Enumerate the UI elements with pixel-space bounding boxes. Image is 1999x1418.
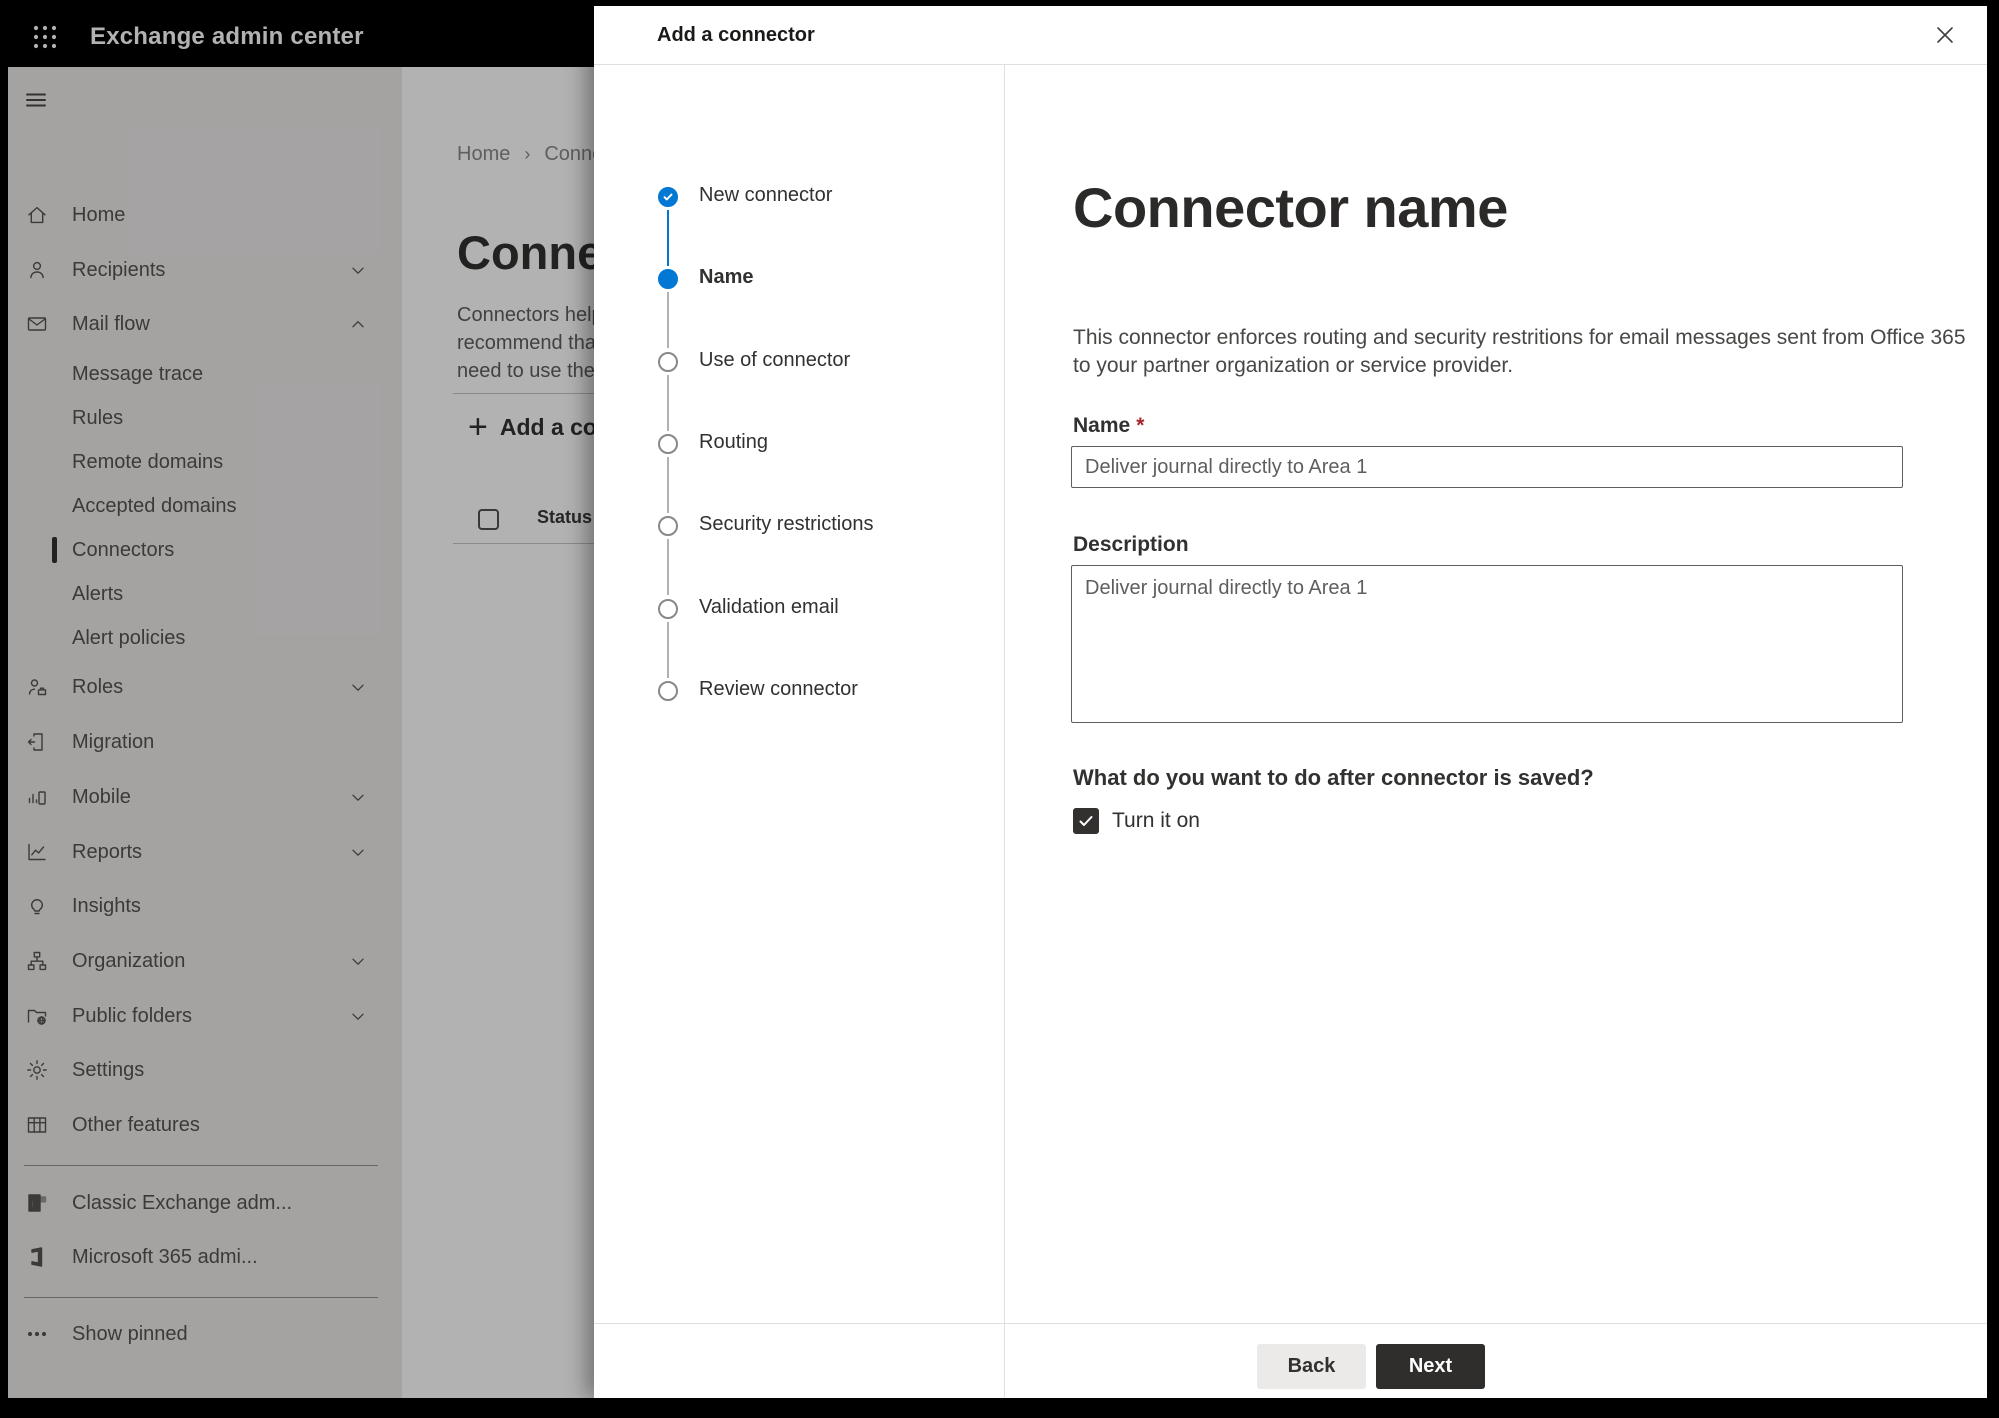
name-label: Name * xyxy=(1073,414,1145,437)
back-button[interactable]: Back xyxy=(1257,1344,1366,1389)
step-label-validation-email[interactable]: Validation email xyxy=(699,596,839,619)
after-save-question: What do you want to do after connector i… xyxy=(1073,765,1594,790)
step-connector-line xyxy=(667,539,669,596)
step-circle-validation-email[interactable] xyxy=(658,598,678,619)
step-circle-routing[interactable] xyxy=(658,433,678,454)
wizard-content: Connector name This connector enforces r… xyxy=(1005,65,1987,1323)
step-connector-line xyxy=(667,292,669,349)
step-circle-new-connector[interactable] xyxy=(658,187,678,207)
app-window: Exchange admin center Home Recipients Mail… xyxy=(8,6,1987,1398)
step-label-security-restrictions[interactable]: Security restrictions xyxy=(699,513,874,536)
turn-it-on-label: Turn it on xyxy=(1112,809,1200,832)
add-connector-panel: Add a connector New connector Name Use of … xyxy=(594,6,1987,1398)
step-label-review-connector[interactable]: Review connector xyxy=(699,678,858,701)
step-connector-line xyxy=(667,210,669,266)
step-connector-line xyxy=(667,456,669,513)
panel-title: Add a connector xyxy=(657,24,815,46)
required-asterisk: * xyxy=(1136,414,1145,437)
close-button[interactable] xyxy=(1925,15,1965,55)
wizard-steps: New connector Name Use of connector Routing… xyxy=(594,65,1005,1398)
description-input[interactable]: Deliver journal directly to Area 1 xyxy=(1071,565,1903,723)
panel-footer: Back Next xyxy=(594,1323,1987,1398)
step-label-name[interactable]: Name xyxy=(699,266,753,289)
step-label-routing[interactable]: Routing xyxy=(699,431,768,454)
description-label: Description xyxy=(1073,533,1189,556)
step-connector-line xyxy=(667,621,669,678)
step-description: This connector enforces routing and secu… xyxy=(1073,326,1966,377)
turn-it-on-row[interactable]: Turn it on xyxy=(1073,808,1200,834)
step-circle-security-restrictions[interactable] xyxy=(658,516,678,537)
check-icon xyxy=(1079,816,1093,826)
step-label-new-connector[interactable]: New connector xyxy=(699,184,832,207)
step-circle-name[interactable] xyxy=(658,269,678,290)
step-label-use-of-connector[interactable]: Use of connector xyxy=(699,349,850,372)
check-icon xyxy=(663,193,673,201)
panel-header: Add a connector xyxy=(594,6,1987,65)
step-heading: Connector name xyxy=(1073,176,1508,239)
next-button[interactable]: Next xyxy=(1376,1344,1485,1389)
step-connector-line xyxy=(667,374,669,431)
name-input[interactable] xyxy=(1071,446,1903,488)
step-circle-review-connector[interactable] xyxy=(658,680,678,701)
step-circle-use-of-connector[interactable] xyxy=(658,351,678,372)
close-icon xyxy=(1937,27,1953,43)
turn-it-on-checkbox[interactable] xyxy=(1073,808,1099,834)
